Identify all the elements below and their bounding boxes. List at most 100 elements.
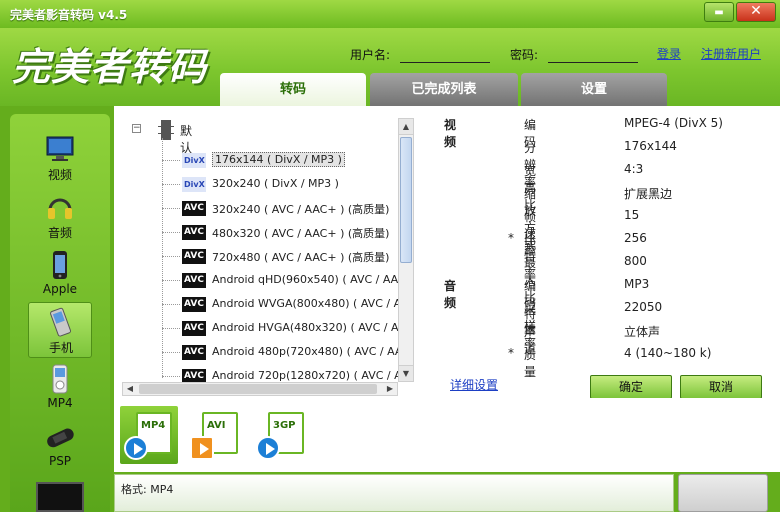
tree-item[interactable]: AVC Android 480p(720x480) ( AVC / AAC+ ) (162, 342, 402, 362)
device-sidebar: 视频 音频 Apple 手机 MP4 PSP (10, 114, 110, 512)
sidebar-item-label: MP4 (47, 396, 73, 410)
property-value: 800 (624, 254, 647, 268)
tree-item-label: 480x320 ( AVC / AAC+ ) (高质量) (212, 227, 390, 240)
scrollbar-thumb[interactable] (139, 384, 377, 394)
divx-icon: DivX (182, 153, 206, 168)
sidebar-item-mp4[interactable]: MP4 (28, 360, 92, 416)
login-link[interactable]: 登录 (657, 45, 681, 62)
collapse-icon[interactable]: − (132, 124, 141, 133)
close-icon: ✕ (750, 3, 762, 19)
title-bar: 完美者影音转码 v4.5 ▬ ✕ (0, 0, 780, 28)
tree-item-label: 320x240 ( DivX / MP3 ) (212, 177, 339, 190)
tree-vertical-scrollbar[interactable]: ▲ ▼ (398, 118, 414, 382)
username-field[interactable] (400, 62, 490, 63)
play-icon (256, 436, 280, 460)
tree-item-label: 720x480 ( AVC / AAC+ ) (高质量) (212, 251, 390, 264)
play-icon (124, 436, 148, 460)
format-mp4[interactable]: MP4 (120, 406, 178, 464)
close-button[interactable]: ✕ (736, 2, 776, 22)
sidebar-item-apple[interactable]: Apple (28, 246, 92, 302)
avc-icon: AVC (182, 297, 206, 312)
sidebar-item-label: PSP (48, 454, 72, 468)
avc-icon: AVC (182, 321, 206, 336)
scroll-left-icon[interactable]: ◀ (123, 383, 137, 395)
tab-settings[interactable]: 设置 (521, 73, 667, 106)
tree-item[interactable]: DivX 320x240 ( DivX / MP3 ) (162, 174, 402, 194)
sidebar-item-psp[interactable]: PSP (28, 418, 92, 474)
password-field[interactable] (548, 62, 638, 63)
property-value: 15 (624, 208, 640, 222)
bottom-action-button[interactable] (678, 474, 768, 512)
play-icon (190, 436, 214, 460)
property-value: 4:3 (624, 162, 644, 176)
ok-button[interactable]: 确定 (590, 375, 672, 399)
scroll-down-icon[interactable]: ▼ (399, 365, 413, 381)
avc-icon: AVC (182, 273, 206, 288)
sidebar-more-device[interactable] (36, 482, 84, 512)
format-3gp[interactable]: 3GP (252, 406, 310, 464)
film-icon (158, 120, 174, 140)
property-value: 扩展黑边 (624, 187, 673, 201)
psp-icon (47, 428, 74, 448)
property-value: MPEG-4 (DivX 5) (624, 116, 723, 130)
register-link[interactable]: 注册新用户 (701, 45, 761, 62)
minimize-icon: ▬ (714, 7, 724, 18)
tree-item-label: Android 720p(1280x720) ( AVC / AAC+ ) (212, 369, 402, 382)
minimize-button[interactable]: ▬ (704, 2, 734, 22)
profile-panel: − 默认 DivX 176x144 ( DivX / MP3 ) DivX 32… (114, 106, 780, 398)
sidebar-item-video[interactable]: 视频 (28, 130, 92, 186)
tree-item[interactable]: AVC 720x480 ( AVC / AAC+ ) (高质量) (162, 246, 402, 266)
tree-item-label: Android WVGA(800x480) ( AVC / AAC+ ) (212, 297, 402, 310)
sidebar-item-label: 手机 (48, 341, 73, 355)
avc-icon: AVC (182, 249, 206, 264)
tree-item-label: Android 480p(720x480) ( AVC / AAC+ ) (212, 345, 402, 358)
ipod-icon (52, 364, 68, 394)
cancel-button[interactable]: 取消 (680, 375, 762, 399)
tree-item[interactable]: AVC Android HVGA(480x320) ( AVC / AAC+ ) (162, 318, 402, 338)
video-section-label: 视频 (444, 118, 457, 149)
monitor-icon (46, 136, 74, 161)
mobile-phone-icon (50, 307, 72, 337)
format-avi[interactable]: AVI (186, 406, 244, 464)
sidebar-item-label: 视频 (47, 168, 72, 182)
logo: 完美者转码 (12, 45, 208, 89)
tab-completed-list[interactable]: 已完成列表 (370, 73, 518, 106)
profile-tree: − 默认 DivX 176x144 ( DivX / MP3 ) DivX 32… (122, 116, 402, 388)
avc-icon: AVC (182, 225, 206, 240)
password-label: 密码: (510, 48, 539, 62)
scroll-up-icon[interactable]: ▲ (399, 119, 413, 135)
advanced-settings-link[interactable]: 详细设置 (450, 376, 498, 393)
headphones-icon (48, 198, 72, 219)
iphone-icon (53, 251, 67, 279)
app-window: 完美者影音转码 v4.5 ▬ ✕ 完美者转码 用户名: 密码: 登录 注册新用户… (0, 0, 780, 512)
modified-marker: * (508, 346, 514, 360)
scroll-right-icon[interactable]: ▶ (383, 383, 397, 395)
tree-horizontal-scrollbar[interactable]: ◀ ▶ (122, 382, 398, 396)
tree-item[interactable]: AVC 480x320 ( AVC / AAC+ ) (高质量) (162, 222, 402, 242)
sidebar-item-audio[interactable]: 音频 (28, 188, 92, 244)
tree-item-label: Android qHD(960x540) ( AVC / AAC+ ) (212, 273, 402, 286)
username-label: 用户名: (350, 48, 391, 62)
selected-format-label: 格式: MP4 (121, 483, 174, 496)
tree-item[interactable]: AVC 320x240 ( AVC / AAC+ ) (高质量) (162, 198, 402, 218)
tree-item[interactable]: AVC Android WVGA(800x480) ( AVC / AAC+ ) (162, 294, 402, 314)
tree-item-label: 320x240 ( AVC / AAC+ ) (高质量) (212, 203, 390, 216)
divx-icon: DivX (182, 177, 206, 192)
scrollbar-thumb[interactable] (400, 137, 412, 263)
property-value: MP3 (624, 277, 650, 291)
avc-icon: AVC (182, 201, 206, 216)
tree-item[interactable]: DivX 176x144 ( DivX / MP3 ) (162, 150, 402, 170)
sidebar-item-label: Apple (42, 282, 78, 296)
status-bar: 格式: MP4 (114, 474, 674, 512)
property-value: 立体声 (624, 325, 661, 339)
tree-item-label: Android HVGA(480x320) ( AVC / AAC+ ) (212, 321, 402, 334)
sidebar-item-mobile[interactable]: 手机 (28, 302, 92, 358)
property-key: 质量 (524, 348, 537, 379)
tree-item-label: 176x144 ( DivX / MP3 ) (212, 152, 345, 167)
tree-item[interactable]: AVC Android qHD(960x540) ( AVC / AAC+ ) (162, 270, 402, 290)
window-title: 完美者影音转码 v4.5 (10, 8, 128, 22)
tab-transcode[interactable]: 转码 (220, 73, 366, 106)
property-value: 256 (624, 231, 647, 245)
format-strip: MP4 AVI 3GP (114, 398, 780, 472)
property-value: 22050 (624, 300, 663, 314)
